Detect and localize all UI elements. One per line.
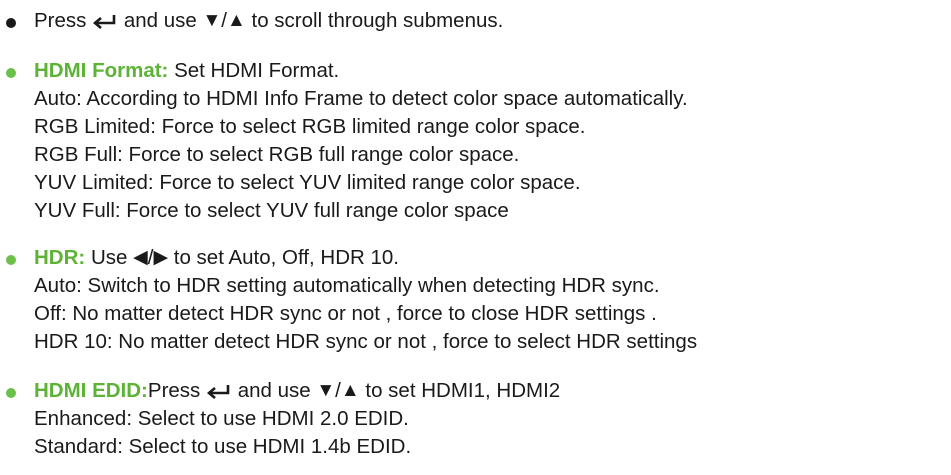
desc-line: RGB Limited: Force to select RGB limited… [34, 115, 586, 138]
item-heading: HDMI EDID:Press and use ▼/▲ to set HDMI1… [34, 379, 561, 402]
desc-line: Auto: Switch to HDR setting automaticall… [34, 274, 660, 297]
up-triangle-icon: ▲ [226, 10, 246, 31]
enter-icon [206, 384, 230, 399]
item-line: Press and use ▼/▲ to scroll through subm… [34, 9, 504, 32]
bullet-dot [6, 18, 16, 28]
desc-line: YUV Full: Force to select YUV full range… [34, 199, 509, 222]
left-triangle-icon: ◀ [133, 247, 148, 268]
enter-icon [93, 14, 116, 29]
hdr-label: HDR: [34, 246, 86, 269]
hdmi-format-label: HDMI Format: [34, 59, 169, 82]
desc-line: HDR 10: No matter detect HDR sync or not… [34, 330, 698, 353]
bullet-item-scroll: Press and use ▼/▲ to scroll through subm… [6, 7, 951, 35]
bullet-item-hdmi-edid: HDMI EDID:Press and use ▼/▲ to set HDMI1… [6, 377, 951, 461]
down-triangle-icon: ▼ [316, 380, 336, 401]
bullet-dot [6, 255, 16, 265]
right-triangle-icon: ▶ [153, 247, 169, 268]
hdmi-edid-label: HDMI EDID: [34, 379, 148, 402]
bullet-item-hdmi-format: HDMI Format: Set HDMI Format. Auto: Acco… [6, 57, 951, 225]
bullet-dot [6, 68, 16, 78]
desc-line: RGB Full: Force to select RGB full range… [34, 143, 520, 166]
item-heading: HDMI Format: Set HDMI Format. [34, 59, 340, 82]
desc-line: Auto: According to HDMI Info Frame to de… [34, 87, 688, 110]
down-triangle-icon: ▼ [202, 10, 222, 31]
item-heading: HDR: Use ◀/▶ to set Auto, Off, HDR 10. [34, 246, 399, 269]
up-triangle-icon: ▲ [340, 380, 360, 401]
bullet-item-hdr: HDR: Use ◀/▶ to set Auto, Off, HDR 10. A… [6, 244, 951, 356]
desc-line: Enhanced: Select to use HDMI 2.0 EDID. [34, 407, 409, 430]
desc-line: YUV Limited: Force to select YUV limited… [34, 171, 581, 194]
desc-line: Standard: Select to use HDMI 1.4b EDID. [34, 435, 412, 458]
bullet-dot [6, 388, 16, 398]
desc-line: Off: No matter detect HDR sync or not , … [34, 302, 657, 325]
